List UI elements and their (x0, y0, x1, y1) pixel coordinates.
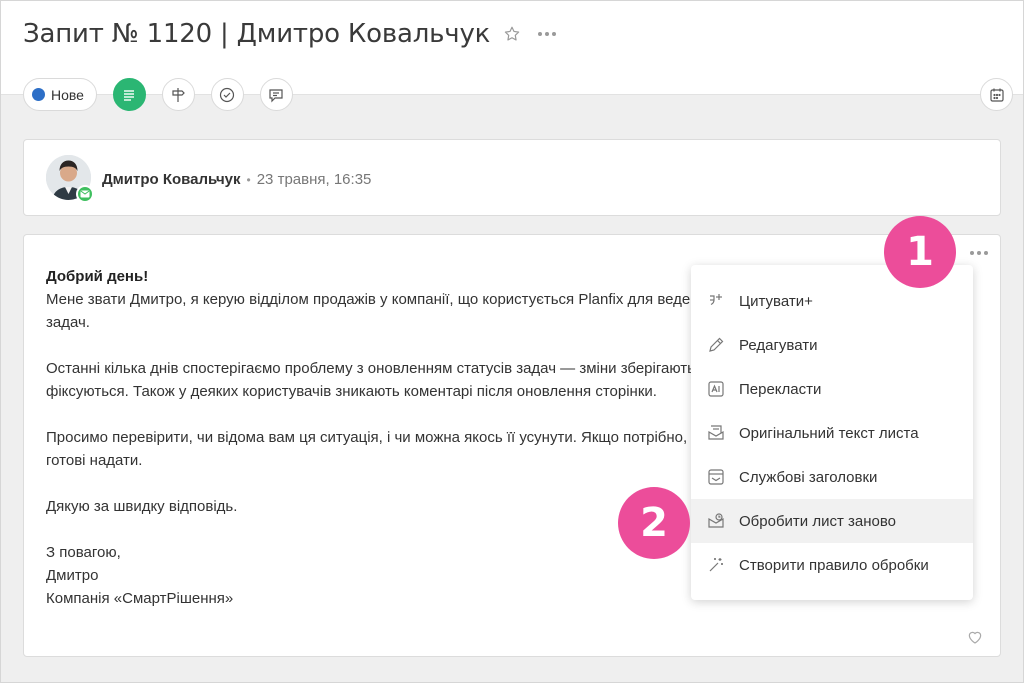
reprocess-mail-icon (707, 512, 725, 530)
signpost-button[interactable] (161, 78, 195, 111)
author-card: Дмитро Ковальчук • 23 травня, 16:35 (23, 139, 1001, 216)
message-date: 23 травня, 16:35 (256, 171, 372, 188)
translate-icon (707, 380, 725, 398)
menu-item-label: Створити правило обробки (739, 556, 929, 574)
menu-item-translate[interactable]: Перекласти (691, 367, 973, 411)
menu-item-reprocess[interactable]: Обробити лист заново (691, 499, 973, 543)
menu-item-label: Обробити лист заново (739, 512, 896, 530)
check-button[interactable] (210, 78, 244, 111)
menu-item-label: Оригінальний текст листа (739, 424, 919, 442)
message-greeting: Добрий день! (46, 268, 149, 285)
message-more-icon[interactable] (966, 247, 992, 259)
callout-2: 2 (618, 487, 690, 559)
menu-item-label: Службові заголовки (739, 468, 878, 486)
calendar-icon (989, 88, 1004, 102)
menu-item-label: Цитувати+ (739, 292, 813, 310)
app-window: Запит № 1120 | Дмитро Ковальчук Нове Дми… (0, 0, 1024, 683)
page-title: Запит № 1120 | Дмитро Ковальчук (23, 19, 491, 49)
author-name[interactable]: Дмитро Ковальчук (102, 171, 241, 188)
list-button[interactable] (112, 78, 146, 111)
status-dot (32, 88, 45, 101)
quote-plus-icon (707, 292, 725, 310)
message-context-menu: Цитувати+ Редагувати Перекласти Оригінал… (691, 265, 973, 600)
mail-headers-icon (707, 468, 725, 486)
magic-wand-icon (707, 556, 725, 574)
author-line: Дмитро Ковальчук • 23 травня, 16:35 (102, 171, 371, 188)
title-row: Запит № 1120 | Дмитро Ковальчук (23, 19, 560, 49)
check-circle-icon (220, 87, 235, 102)
star-icon[interactable] (502, 24, 522, 44)
menu-item-label: Перекласти (739, 380, 822, 398)
heart-icon[interactable] (966, 628, 984, 646)
status-label: Нове (51, 86, 84, 103)
menu-item-label: Редагувати (739, 336, 818, 354)
list-icon (124, 89, 135, 101)
pencil-icon (707, 336, 725, 354)
menu-item-create-rule[interactable]: Створити правило обробки (691, 543, 973, 587)
comment-icon (269, 88, 284, 102)
status-button[interactable]: Нове (23, 78, 97, 111)
menu-item-edit[interactable]: Редагувати (691, 323, 973, 367)
menu-item-service-headers[interactable]: Службові заголовки (691, 455, 973, 499)
mail-badge-icon (76, 185, 94, 203)
calendar-button[interactable] (980, 78, 1013, 111)
signpost-icon (172, 87, 186, 102)
author-separator: • (246, 172, 251, 187)
comment-button[interactable] (259, 78, 293, 111)
menu-item-original-text[interactable]: Оригінальний текст листа (691, 411, 973, 455)
callout-1: 1 (884, 216, 956, 288)
toolbar: Нове (23, 78, 293, 111)
original-mail-icon (707, 424, 725, 442)
title-more-icon[interactable] (534, 28, 560, 40)
